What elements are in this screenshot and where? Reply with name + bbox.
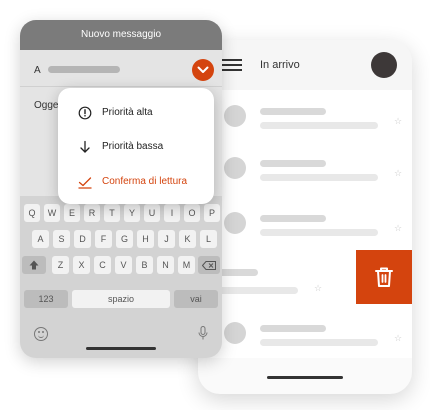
key-w[interactable]: W — [44, 204, 60, 222]
key-i[interactable]: I — [164, 204, 180, 222]
subject-placeholder — [260, 339, 378, 346]
key-k[interactable]: K — [179, 230, 196, 248]
inbox-phone: In arrivo ☆ ☆ ☆ ☆ ☆ — [198, 40, 412, 394]
star-icon[interactable]: ☆ — [394, 169, 402, 178]
key-a[interactable]: A — [32, 230, 49, 248]
key-s[interactable]: S — [53, 230, 70, 248]
backspace-icon — [201, 261, 216, 270]
mail-row[interactable]: ☆ — [198, 312, 412, 354]
key-z[interactable]: Z — [52, 256, 69, 274]
subject-placeholder — [260, 122, 378, 129]
key-y[interactable]: Y — [124, 204, 140, 222]
sender-placeholder — [260, 215, 326, 222]
star-icon[interactable]: ☆ — [314, 284, 322, 293]
checkmark-icon — [78, 177, 92, 189]
star-icon[interactable]: ☆ — [394, 334, 402, 343]
shift-key[interactable] — [22, 256, 46, 274]
key-m[interactable]: M — [178, 256, 195, 274]
menu-item-label: Priorità bassa — [102, 141, 164, 152]
sender-avatar — [224, 212, 246, 234]
compose-header: Nuovo messaggio — [20, 20, 222, 50]
menu-item-low-priority[interactable]: Priorità bassa — [58, 130, 214, 164]
chevron-down-icon — [197, 66, 209, 73]
mail-row[interactable]: ☆ — [198, 202, 412, 244]
key-u[interactable]: U — [144, 204, 160, 222]
keyboard: Q W E R T Y U I O P A S D F G H J K L Z … — [20, 196, 222, 358]
inbox-title: In arrivo — [260, 59, 300, 71]
space-key[interactable]: spazio — [72, 290, 170, 308]
shift-icon — [29, 260, 39, 270]
subject-placeholder — [260, 174, 378, 181]
backspace-key[interactable] — [198, 256, 220, 274]
key-t[interactable]: T — [104, 204, 120, 222]
key-q[interactable]: Q — [24, 204, 40, 222]
key-r[interactable]: R — [84, 204, 100, 222]
home-indicator — [267, 376, 343, 379]
menu-item-read-receipt[interactable]: Conferma di lettura — [58, 165, 214, 199]
mail-row[interactable]: ☆ — [198, 147, 412, 189]
menu-item-high-priority[interactable]: Priorità alta — [58, 96, 214, 130]
numbers-key[interactable]: 123 — [24, 290, 68, 308]
menu-item-label: Conferma di lettura — [102, 176, 188, 187]
key-n[interactable]: N — [157, 256, 174, 274]
inbox-list: ☆ ☆ ☆ ☆ ☆ — [198, 90, 412, 358]
sender-placeholder — [260, 325, 326, 332]
arrow-down-icon — [80, 140, 90, 153]
star-icon[interactable]: ☆ — [394, 224, 402, 233]
key-l[interactable]: L — [200, 230, 217, 248]
microphone-icon[interactable] — [198, 326, 208, 340]
key-p[interactable]: P — [204, 204, 220, 222]
key-o[interactable]: O — [184, 204, 200, 222]
avatar[interactable] — [371, 52, 397, 78]
key-g[interactable]: G — [116, 230, 133, 248]
key-f[interactable]: F — [95, 230, 112, 248]
subject-placeholder — [260, 229, 378, 236]
sender-avatar — [224, 322, 246, 344]
trash-icon — [375, 267, 393, 287]
sender-avatar — [224, 157, 246, 179]
go-key[interactable]: vai — [174, 290, 218, 308]
key-e[interactable]: E — [64, 204, 80, 222]
key-d[interactable]: D — [74, 230, 91, 248]
key-v[interactable]: V — [115, 256, 132, 274]
divider — [20, 86, 222, 87]
sender-placeholder — [260, 108, 326, 115]
inbox-header: In arrivo — [198, 40, 412, 90]
emoji-icon[interactable] — [34, 327, 48, 341]
hamburger-icon[interactable] — [222, 59, 242, 71]
priority-menu: Priorità alta Priorità bassa Conferma di… — [58, 88, 214, 204]
compose-title: Nuovo messaggio — [80, 29, 162, 40]
to-label: A — [34, 65, 41, 76]
sender-placeholder — [260, 160, 326, 167]
key-x[interactable]: X — [73, 256, 90, 274]
exclamation-circle-icon — [78, 106, 92, 120]
to-field[interactable] — [48, 66, 120, 73]
key-c[interactable]: C — [94, 256, 111, 274]
home-indicator — [86, 347, 156, 350]
expand-options-button[interactable] — [192, 59, 214, 81]
key-j[interactable]: J — [158, 230, 175, 248]
delete-button[interactable] — [356, 250, 412, 304]
key-h[interactable]: H — [137, 230, 154, 248]
sender-avatar — [224, 105, 246, 127]
mail-row[interactable]: ☆ — [198, 95, 412, 137]
menu-item-label: Priorità alta — [102, 107, 153, 118]
star-icon[interactable]: ☆ — [394, 117, 402, 126]
key-b[interactable]: B — [136, 256, 153, 274]
